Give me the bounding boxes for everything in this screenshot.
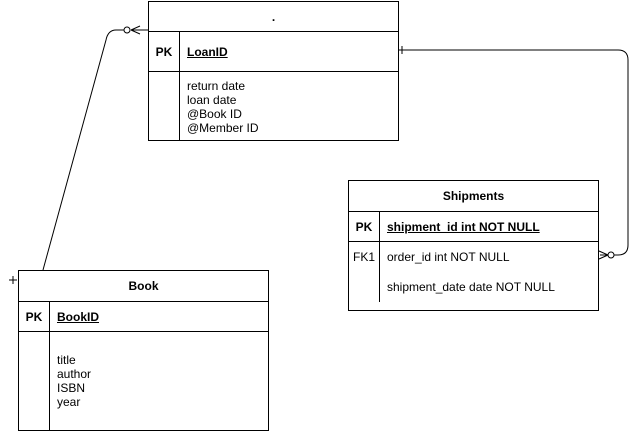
book-entity[interactable]: Book PK BookID title author ISBN year — [18, 270, 269, 431]
loan-attr-book-id: @Book ID — [187, 107, 242, 121]
loan-attr-return-date: return date — [187, 79, 246, 93]
loan-key-divider — [179, 32, 180, 141]
shipments-crowsfoot-upper — [598, 250, 609, 256]
shipments-pk-label: PK — [355, 219, 373, 234]
shipments-optional-circle — [607, 251, 615, 259]
book-pk-label: PK — [25, 309, 43, 324]
shipments-fk-field: order_id int NOT NULL — [387, 250, 510, 264]
shipments-key-divider — [379, 212, 380, 302]
shipments-date-row: shipment_date date NOT NULL — [349, 272, 598, 302]
book-loan-connector — [42, 29, 130, 271]
book-attr-isbn: ISBN — [57, 381, 86, 395]
loan-attr-member-id: @Member ID — [187, 121, 259, 135]
loan-pk-row: PK LoanID — [149, 32, 398, 72]
loan-attr-loan-date: loan date — [187, 93, 237, 107]
loan-entity-title: . — [149, 2, 398, 32]
shipments-fk-row: FK1 order_id int NOT NULL — [349, 242, 598, 272]
book-pk-row: PK BookID — [19, 302, 268, 332]
book-key-divider — [49, 302, 50, 430]
book-attributes: title author ISBN year — [57, 353, 91, 409]
shipments-entity[interactable]: Shipments PK shipment_id int NOT NULL FK… — [348, 180, 599, 311]
shipments-pk-row: PK shipment_id int NOT NULL — [349, 212, 598, 242]
book-attr-author: author — [57, 367, 92, 381]
shipments-crowsfoot-lower — [598, 254, 609, 260]
book-attr-title: title — [57, 353, 76, 367]
book-entity-title: Book — [19, 271, 268, 302]
book-pk-field: BookID — [57, 309, 99, 324]
shipments-entity-title: Shipments — [349, 181, 598, 212]
loan-crowsfoot-upper — [130, 25, 141, 31]
loan-crowsfoot-lower — [130, 29, 141, 35]
loan-optional-circle — [123, 26, 131, 34]
shipments-pk-field: shipment_id int NOT NULL — [387, 219, 540, 234]
shipments-date-field: shipment_date date NOT NULL — [387, 280, 555, 294]
book-attr-year: year — [57, 395, 81, 409]
loan-attributes: return date loan date @Book ID @Member I… — [187, 79, 259, 135]
loan-pk-field: LoanID — [187, 44, 228, 59]
loan-pk-label: PK — [155, 44, 173, 59]
shipments-fk-label: FK1 — [352, 250, 375, 264]
loan-entity[interactable]: . PK LoanID return date loan date @Book … — [148, 1, 399, 141]
